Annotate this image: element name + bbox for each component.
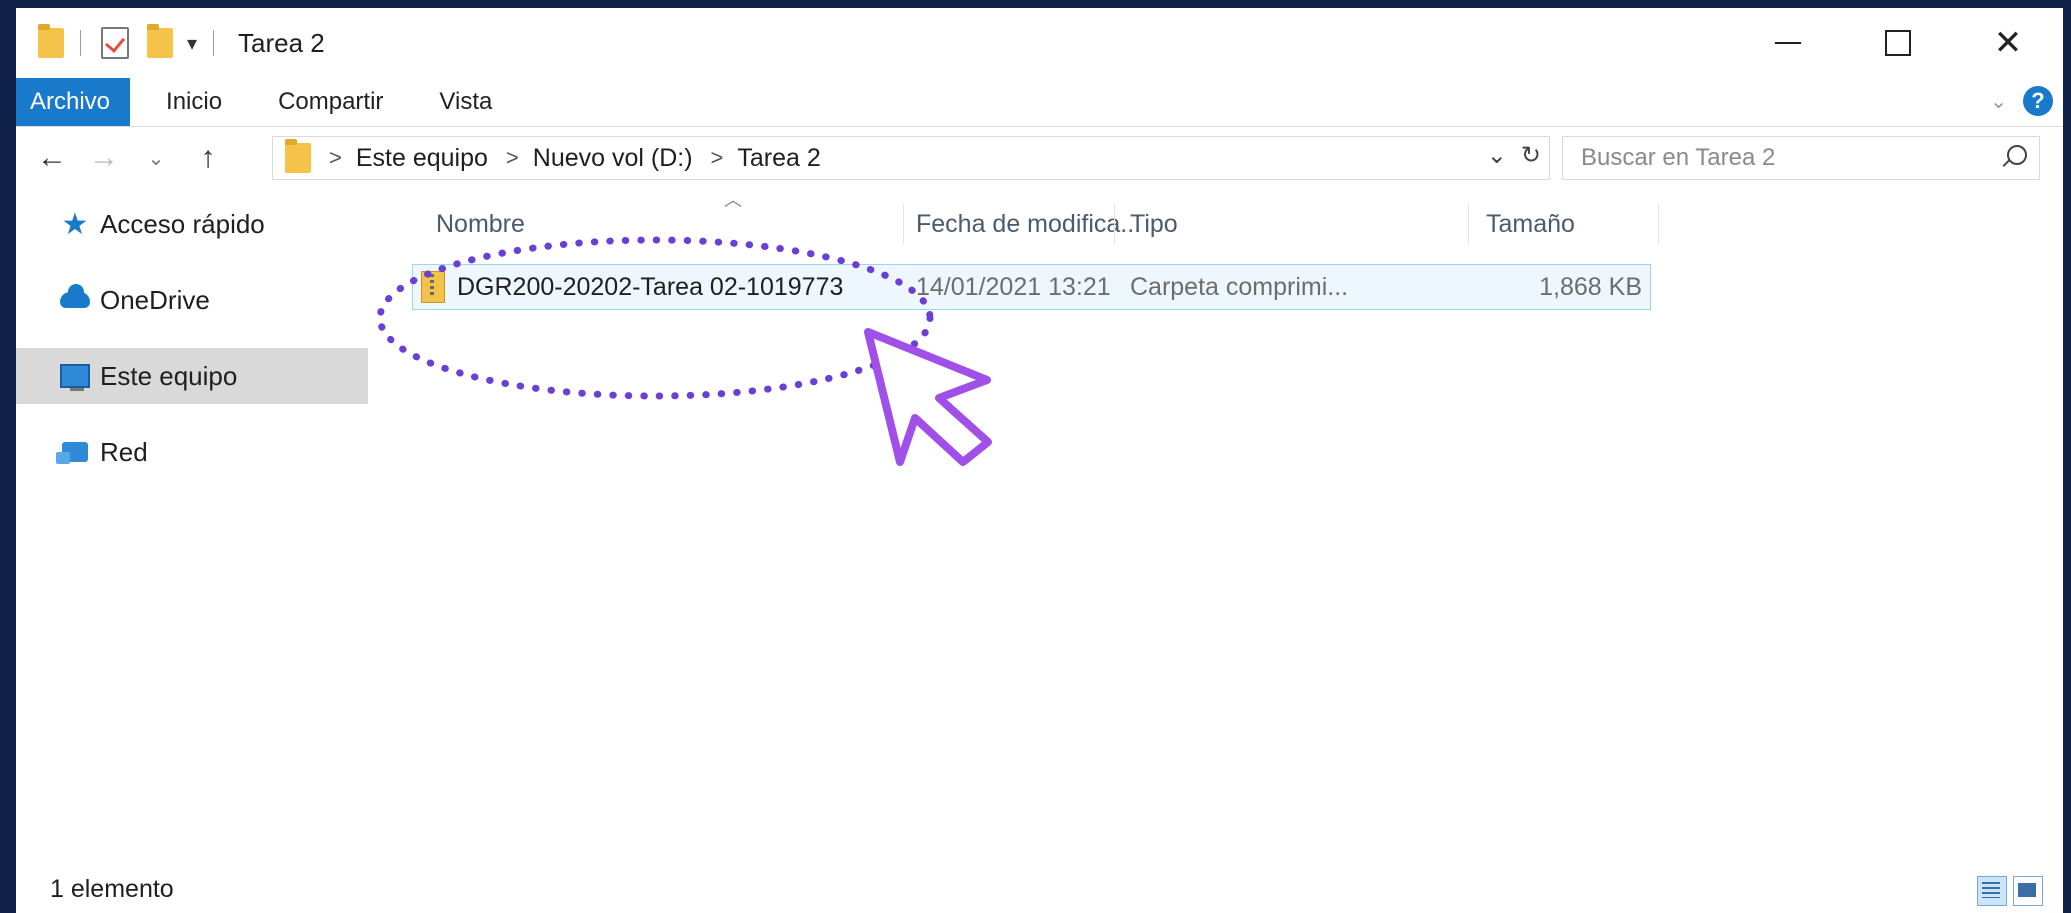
file-explorer-window: ▾ Tarea 2 ✕ Archivo Inicio Compartir Vis…: [16, 8, 2063, 913]
quick-access-toolbar: ▾ Tarea 2: [38, 24, 325, 59]
breadcrumb-este-equipo[interactable]: Este equipo: [356, 144, 488, 173]
expand-ribbon-icon[interactable]: ⌄: [1990, 89, 2007, 114]
sort-ascending-icon: ︿: [724, 190, 742, 210]
large-icons-view-icon[interactable]: [2013, 876, 2043, 906]
file-name-cell: DGR200-20202-Tarea 02-1019773: [413, 265, 843, 309]
properties-icon[interactable]: [101, 27, 129, 59]
title-bar: ▾ Tarea 2 ✕: [16, 8, 2063, 78]
minimize-button[interactable]: [1733, 8, 1843, 78]
breadcrumb-tarea-2[interactable]: Tarea 2: [737, 144, 820, 173]
breadcrumb-separator-icon[interactable]: >: [506, 145, 519, 171]
column-divider[interactable]: [1468, 204, 1469, 244]
address-controls: ⌄ ↻: [1473, 141, 1541, 170]
column-divider[interactable]: [903, 204, 904, 244]
window-controls: ✕: [1733, 8, 2063, 78]
file-date: 14/01/2021 13:21: [916, 272, 1111, 301]
refresh-icon[interactable]: ↻: [1521, 141, 1541, 170]
close-button[interactable]: ✕: [1953, 8, 2063, 78]
ribbon-right-controls: ⌄ ?: [1990, 86, 2053, 116]
column-divider[interactable]: [1658, 204, 1659, 244]
cloud-icon: [60, 284, 90, 313]
new-folder-icon[interactable]: [147, 24, 173, 58]
sidebar-item-label: Acceso rápido: [100, 208, 265, 239]
customize-toolbar-caret[interactable]: ▾: [187, 31, 197, 56]
minimize-icon: [1775, 42, 1801, 44]
computer-icon: [60, 363, 90, 391]
zip-folder-icon: [421, 271, 445, 303]
column-divider[interactable]: [1114, 204, 1115, 244]
sidebar-item-label: OneDrive: [100, 284, 210, 315]
navigation-bar: ← → ⌄ ↑ > Este equipo > Nuevo vol (D:) >…: [16, 128, 2063, 188]
folder-icon: [38, 24, 64, 58]
tab-compartir[interactable]: Compartir: [250, 78, 411, 126]
maximize-icon: [1885, 30, 1911, 56]
file-size: 1,868 KB: [1539, 272, 1642, 301]
sidebar-item-onedrive[interactable]: OneDrive: [16, 272, 368, 328]
sidebar-item-este-equipo[interactable]: Este equipo: [16, 348, 368, 404]
address-bar[interactable]: > Este equipo > Nuevo vol (D:) > Tarea 2…: [272, 136, 1550, 180]
file-type: Carpeta comprimi...: [1130, 272, 1349, 301]
close-icon: ✕: [1993, 24, 2023, 62]
search-icon[interactable]: [2007, 145, 2027, 165]
folder-icon: [285, 139, 311, 173]
search-placeholder: Buscar en Tarea 2: [1581, 144, 1776, 171]
address-dropdown-icon[interactable]: ⌄: [1487, 141, 1507, 170]
network-icon: [56, 439, 90, 465]
divider: [80, 30, 81, 56]
details-view-icon[interactable]: [1977, 876, 2007, 906]
breadcrumb-separator-icon[interactable]: >: [329, 145, 342, 171]
tab-archivo[interactable]: Archivo: [16, 78, 131, 126]
help-icon[interactable]: ?: [2023, 86, 2053, 116]
forward-arrow-icon[interactable]: →: [88, 141, 120, 175]
breadcrumb-separator-icon[interactable]: >: [711, 145, 724, 171]
column-header-name[interactable]: Nombre: [436, 196, 525, 252]
file-list: ︿ Nombre Fecha de modifica... Tipo Tamañ…: [368, 190, 2063, 866]
tab-vista[interactable]: Vista: [411, 78, 520, 126]
maximize-button[interactable]: [1843, 8, 1953, 78]
view-switcher: [1971, 876, 2043, 906]
status-bar: 1 elemento: [16, 866, 2063, 913]
column-header-date[interactable]: Fecha de modifica...: [916, 196, 1141, 252]
navigation-pane: ★ Acceso rápido OneDrive Este equipo Red: [16, 196, 368, 866]
up-arrow-icon[interactable]: ↑: [192, 141, 224, 175]
file-name: DGR200-20202-Tarea 02-1019773: [457, 272, 844, 301]
sidebar-item-label: Este equipo: [100, 360, 238, 391]
window-title: Tarea 2: [238, 27, 325, 58]
divider: [213, 30, 215, 56]
star-icon: ★: [61, 207, 89, 241]
back-arrow-icon[interactable]: ←: [36, 141, 68, 175]
search-input[interactable]: Buscar en Tarea 2: [1562, 136, 2040, 180]
tab-inicio[interactable]: Inicio: [138, 78, 250, 126]
table-row[interactable]: DGR200-20202-Tarea 02-1019773 14/01/2021…: [412, 264, 1651, 310]
column-header-type[interactable]: Tipo: [1130, 196, 1178, 252]
column-header-size[interactable]: Tamaño: [1486, 196, 1575, 252]
sidebar-item-label: Red: [100, 436, 148, 467]
sidebar-item-acceso-rapido[interactable]: ★ Acceso rápido: [16, 196, 368, 252]
recent-locations-icon[interactable]: ⌄: [140, 146, 172, 171]
breadcrumb-nuevo-vol[interactable]: Nuevo vol (D:): [533, 144, 693, 173]
ribbon-tabs: Archivo Inicio Compartir Vista ⌄ ?: [16, 78, 2063, 127]
sidebar-item-red[interactable]: Red: [16, 424, 368, 480]
item-count: 1 elemento: [50, 875, 174, 903]
